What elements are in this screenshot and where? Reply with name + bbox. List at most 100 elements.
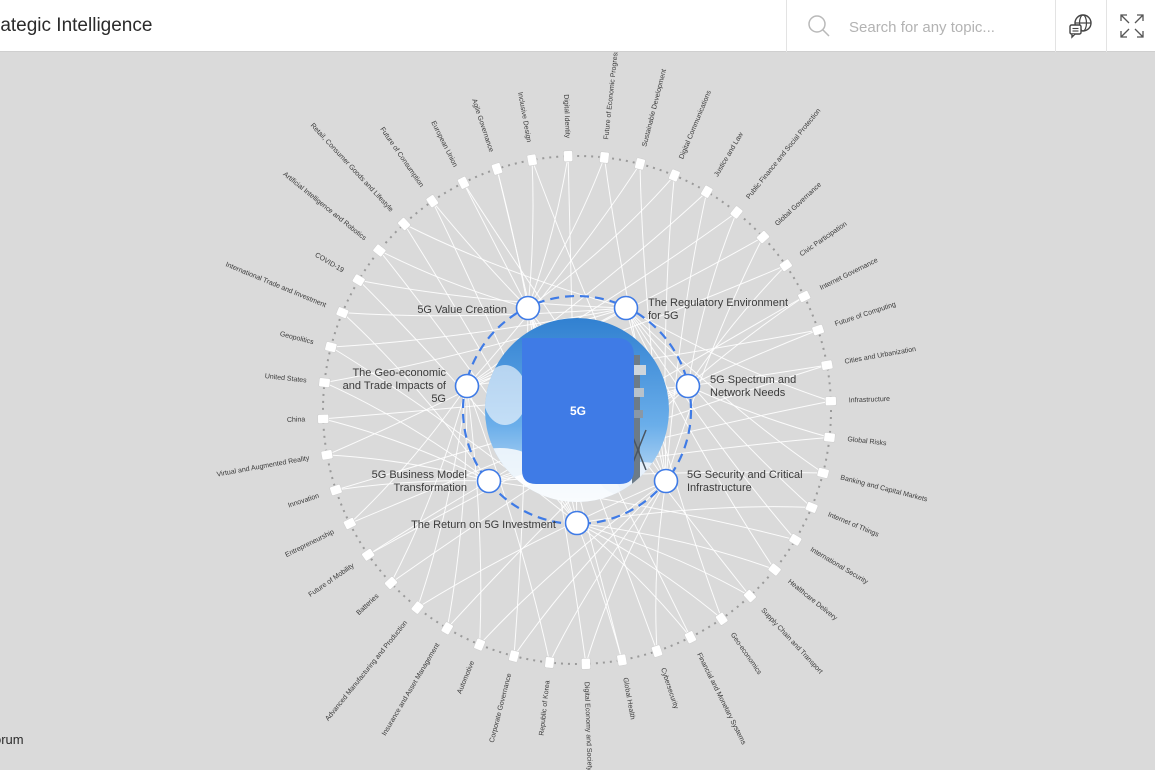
topic-node-healthcare-delivery[interactable]: Healthcare Delivery [767, 562, 839, 623]
language-button[interactable] [1055, 0, 1105, 52]
topic-label[interactable]: Public Finance and Social Protection [745, 108, 822, 201]
topic-node-cities-and-urbanization[interactable]: Cities and Urbanization [820, 346, 917, 371]
topic-node-digital-communications[interactable]: Digital Communications [668, 89, 713, 183]
topic-node-batteries[interactable]: Batteries [355, 576, 398, 617]
topic-node-future-of-consumption[interactable]: Future of Consumption [378, 126, 439, 208]
topic-label[interactable]: Artificial Intelligence and Robotics [281, 171, 367, 242]
topic-node-infrastructure[interactable]: Infrastructure [824, 396, 891, 407]
topic-label[interactable]: Batteries [355, 593, 380, 617]
topic-node-sustainable-development[interactable]: Sustainable Development [634, 68, 668, 171]
topic-label[interactable]: Innovation [287, 493, 320, 510]
topic-label[interactable]: Digital Communications [678, 89, 713, 160]
topic-label[interactable]: Global Health [621, 677, 635, 720]
topic-label[interactable]: European Union [429, 120, 458, 168]
topic-node-cybersecurity[interactable]: Cybersecurity [651, 644, 679, 710]
topic-label[interactable]: Healthcare Delivery [786, 578, 838, 622]
topic-node-advanced-manufacturing-and-production[interactable]: Advanced Manufacturing and Production [324, 600, 425, 723]
topic-label[interactable]: Automotive [456, 660, 476, 695]
topic-node-internet-governance[interactable]: Internet Governance [797, 257, 879, 303]
topic-label[interactable]: COVID-19 [313, 252, 344, 275]
topic-node-future-of-mobility[interactable]: Future of Mobility [308, 548, 376, 599]
topic-label[interactable]: Financial and Monetary Systems [695, 652, 747, 746]
topic-label[interactable]: Cities and Urbanization [844, 346, 917, 366]
key-issue-node[interactable] [613, 295, 639, 321]
topic-label[interactable]: International Trade and Investment [224, 261, 327, 309]
key-issue-node[interactable] [653, 468, 679, 494]
topic-node-entrepreneurship[interactable]: Entrepreneurship [284, 517, 357, 559]
topic-label[interactable]: Republic of Korea [539, 680, 552, 736]
topic-node-geo-economics[interactable]: Geo-economics [715, 612, 763, 677]
key-issue-node[interactable] [564, 510, 590, 536]
topic-node-automotive[interactable]: Automotive [456, 637, 486, 695]
topic-label[interactable]: Corporate Governance [489, 673, 514, 744]
topic-node-civic-participation[interactable]: Civic Participation [779, 221, 849, 272]
topic-label[interactable]: Supply Chain and Transport [759, 607, 823, 675]
key-issue-label[interactable]: 5G Value Creation [417, 304, 507, 316]
topic-node-international-security[interactable]: International Security [788, 533, 869, 586]
topic-label[interactable]: Agile Governance [470, 98, 494, 153]
topic-node-public-finance-and-social-protection[interactable]: Public Finance and Social Protection [729, 108, 823, 220]
topic-node-justice-and-law[interactable]: Justice and Law [700, 131, 745, 199]
topic-label[interactable]: Cybersecurity [659, 667, 679, 710]
topic-node-covid-19[interactable]: COVID-19 [313, 252, 366, 287]
topic-node-future-of-economic-progress[interactable]: Future of Economic Progress [599, 52, 620, 164]
key-issue-node[interactable] [515, 295, 541, 321]
key-issue-node[interactable] [454, 373, 480, 399]
topic-label[interactable]: Entrepreneurship [284, 529, 335, 559]
key-issue-label[interactable]: 5G Security and Critical Infrastructure [687, 469, 803, 494]
topic-label[interactable]: Banking and Capital Markets [840, 474, 929, 503]
key-issue-label[interactable]: 5G Business Model Transformation [372, 469, 467, 494]
topic-label[interactable]: Insurance and Asset Management [381, 642, 441, 737]
topic-node-international-trade-and-investment[interactable]: International Trade and Investment [224, 261, 350, 319]
topic-node-digital-economy-and-society[interactable]: Digital Economy and Society [580, 657, 593, 770]
search-box[interactable] [786, 0, 1054, 52]
topic-label[interactable]: Future of Mobility [308, 562, 357, 599]
topic-node-corporate-governance[interactable]: Corporate Governance [489, 649, 520, 744]
key-issue-label[interactable]: 5G Spectrum and Network Needs [710, 374, 796, 399]
topic-label[interactable]: Virtual and Augmented Reality [216, 455, 310, 479]
topic-label[interactable]: Justice and Law [713, 131, 745, 179]
topic-node-republic-of-korea[interactable]: Republic of Korea [539, 656, 555, 737]
topic-node-global-risks[interactable]: Global Risks [823, 432, 888, 447]
search-input[interactable] [847, 15, 1046, 39]
topic-node-china[interactable]: China [287, 413, 330, 424]
topic-node-future-of-computing[interactable]: Future of Computing [811, 301, 897, 336]
topic-node-united-states[interactable]: United States [264, 373, 331, 388]
key-issue-label[interactable]: The Return on 5G Investment [411, 519, 556, 531]
topic-label[interactable]: Internet of Things [827, 511, 880, 538]
topic-node-virtual-and-augmented-reality[interactable]: Virtual and Augmented Reality [216, 449, 334, 479]
topic-label[interactable]: Sustainable Development [641, 68, 668, 147]
topic-label[interactable]: Digital Economy and Society [583, 682, 593, 770]
topic-label[interactable]: China [287, 416, 306, 424]
topic-label[interactable]: Future of Consumption [378, 126, 424, 189]
key-issue-return[interactable]: The Return on 5G Investment [411, 510, 590, 536]
key-issue-node[interactable] [476, 468, 502, 494]
topic-label[interactable]: United States [264, 373, 307, 385]
topic-label[interactable]: Digital Identity [562, 94, 571, 139]
topic-label[interactable]: Internet Governance [819, 257, 879, 292]
topic-node-banking-and-capital-markets[interactable]: Banking and Capital Markets [816, 467, 929, 504]
topic-label[interactable]: Global Risks [847, 436, 887, 447]
key-issue-regulatory[interactable]: The Regulatory Environment for 5G [613, 295, 789, 323]
topic-label[interactable]: Geopolitics [279, 331, 315, 347]
key-issue-node[interactable] [675, 373, 701, 399]
key-issue-spectrum[interactable]: 5G Spectrum and Network Needs [675, 373, 797, 399]
topic-node-inclusive-design[interactable]: Inclusive Design [516, 92, 538, 167]
topic-node-european-union[interactable]: European Union [429, 120, 470, 190]
search-icon[interactable] [807, 14, 831, 38]
topic-label[interactable]: Inclusive Design [516, 92, 532, 144]
topic-node-innovation[interactable]: Innovation [287, 484, 343, 510]
topic-node-digital-identity[interactable]: Digital Identity [562, 94, 574, 163]
topic-label[interactable]: International Security [809, 546, 870, 586]
topic-node-internet-of-things[interactable]: Internet of Things [804, 501, 880, 539]
topic-label[interactable]: Geo-economics [729, 632, 763, 677]
topic-node-global-governance[interactable]: Global Governance [756, 181, 823, 244]
topic-label[interactable]: Infrastructure [849, 396, 891, 404]
topic-node-geopolitics[interactable]: Geopolitics [279, 331, 338, 353]
topic-label[interactable]: Future of Computing [834, 301, 897, 328]
topic-node-global-health[interactable]: Global Health [616, 653, 636, 720]
topic-label[interactable]: Global Governance [774, 181, 823, 227]
topic-node-agile-governance[interactable]: Agile Governance [470, 98, 503, 176]
topic-node-retail-consumer-goods-and-lifestyle[interactable]: Retail, Consumer Goods and Lifestyle [309, 122, 411, 231]
topic-label[interactable]: Civic Participation [799, 221, 849, 258]
